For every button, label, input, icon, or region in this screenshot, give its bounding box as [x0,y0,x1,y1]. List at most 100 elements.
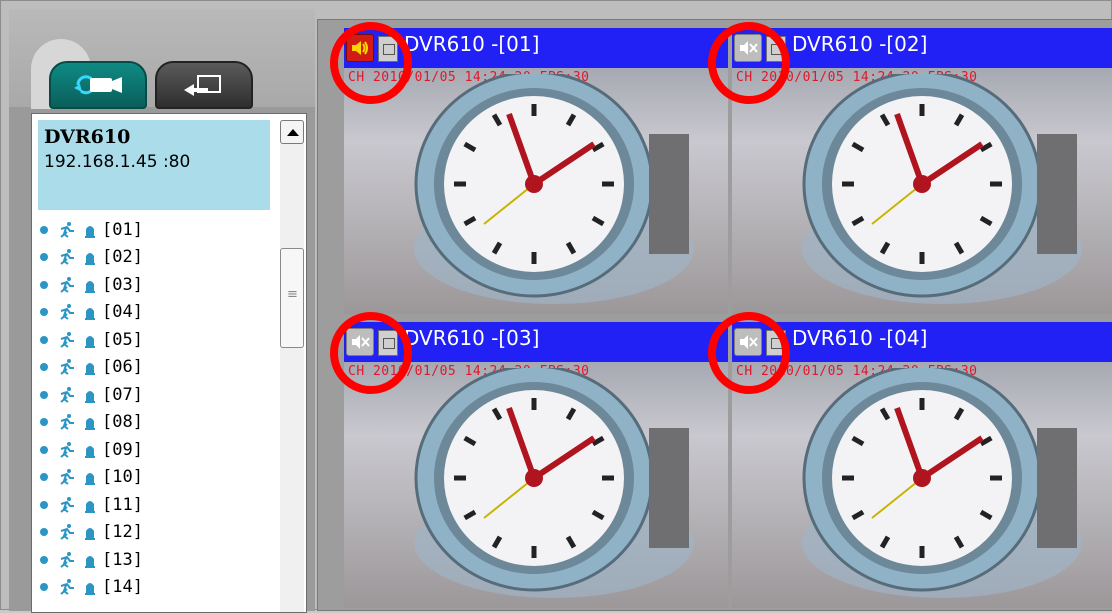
channel-item[interactable]: [03] [40,271,143,299]
motion-icon [60,524,74,541]
channel-label: [03] [102,274,143,295]
alarm-icon [85,473,95,486]
channel-item[interactable]: [05] [40,326,143,354]
channel-label: [08] [102,412,143,433]
channel-item[interactable]: [14] [40,574,143,602]
video-tile[interactable]: DVR610 -[03] CH 2010/01/05 14:24:20 FPS:3… [344,322,728,608]
motion-icon [60,441,74,458]
status-dot-icon [40,335,48,344]
motion-icon [60,414,74,431]
snapshot-icon[interactable] [378,36,398,62]
status-dot-icon [40,225,48,234]
device-tree: DVR610 192.168.1.45 :80 [01] [02] [03] [04]… [31,113,307,613]
audio-toggle-button[interactable] [346,34,374,62]
alarm-icon [85,225,95,238]
channel-label: [07] [102,384,143,405]
alarm-icon [85,528,95,541]
camera-refresh-icon [74,75,122,95]
motion-icon [60,359,74,376]
audio-toggle-button[interactable] [734,34,762,62]
audio-toggle-button[interactable] [346,328,374,356]
alarm-icon [85,363,95,376]
channel-item[interactable]: [04] [40,299,143,327]
device-entry[interactable]: DVR610 192.168.1.45 :80 [38,120,270,210]
motion-icon [60,276,74,293]
alarm-icon [85,253,95,266]
app-window: DVR610 192.168.1.45 :80 [01] [02] [03] [04]… [0,0,1112,613]
left-panel: DVR610 192.168.1.45 :80 [01] [02] [03] [04]… [9,9,315,613]
snapshot-icon[interactable] [766,36,786,62]
camera-clock-image [802,74,1082,304]
motion-icon [60,496,74,513]
tile-title-bar: DVR610 -[01] [344,28,728,68]
tile-title: DVR610 -[02] [792,32,928,56]
alarm-icon [85,390,95,403]
motion-icon [60,469,74,486]
camera-clock-image [802,368,1082,598]
channel-label: [04] [102,302,143,323]
channel-item[interactable]: [08] [40,409,143,437]
speaker-muted-icon [740,41,758,55]
tile-title-bar: DVR610 -[02] [732,28,1112,68]
audio-toggle-button[interactable] [734,328,762,356]
alarm-icon [85,280,95,293]
channel-item[interactable]: [09] [40,436,143,464]
tab-camera-list[interactable] [49,61,147,109]
video-feed[interactable]: CH 2010/01/05 14:24:20 FPS:30 [732,362,1112,608]
video-grid: DVR610 -[01] CH 2010/01/05 14:24:20 FPS:3… [317,19,1112,611]
channel-item[interactable]: [10] [40,464,143,492]
alarm-icon [85,555,95,568]
tile-title-bar: DVR610 -[03] [344,322,728,362]
channel-label: [11] [102,494,143,515]
channel-label: [01] [102,219,143,240]
status-dot-icon [40,418,48,427]
status-dot-icon [40,363,48,372]
alarm-icon [85,445,95,458]
channel-label: [13] [102,549,143,570]
snapshot-icon[interactable] [378,330,398,356]
status-dot-icon [40,280,48,289]
tile-title: DVR610 -[04] [792,326,928,350]
video-feed[interactable]: CH 2010/01/05 14:24:20 FPS:30 [344,362,728,608]
channel-item[interactable]: [07] [40,381,143,409]
channel-list: [01] [02] [03] [04] [05] [06] [07] [08] [09] [10]… [40,216,143,601]
alarm-icon [85,500,95,513]
status-dot-icon [40,473,48,482]
video-feed[interactable]: CH 2010/01/05 14:24:20 FPS:30 [732,68,1112,314]
motion-icon [60,551,74,568]
video-feed[interactable]: CH 2010/01/05 14:24:20 FPS:30 [344,68,728,314]
channel-label: [10] [102,467,143,488]
status-dot-icon [40,308,48,317]
camera-clock-image [414,74,694,304]
tile-title: DVR610 -[03] [404,326,540,350]
status-dot-icon [40,528,48,537]
channel-item[interactable]: [01] [40,216,143,244]
channel-label: [02] [102,247,143,268]
alarm-icon [85,583,95,596]
channel-item[interactable]: [06] [40,354,143,382]
alarm-icon [85,418,95,431]
tab-area [9,9,315,109]
motion-icon [60,579,74,596]
motion-icon [60,304,74,321]
video-tile[interactable]: DVR610 -[04] CH 2010/01/05 14:24:20 FPS:3… [732,322,1112,608]
tab-export[interactable] [155,61,253,109]
channel-item[interactable]: [02] [40,244,143,272]
scroll-thumb[interactable] [280,248,304,348]
alarm-icon [85,335,95,348]
motion-icon [60,386,74,403]
channel-item[interactable]: [12] [40,519,143,547]
motion-icon [60,249,74,266]
vertical-scrollbar[interactable] [280,120,304,612]
channel-label: [14] [102,577,143,598]
video-tile[interactable]: DVR610 -[02] CH 2010/01/05 14:24:20 FPS:3… [732,28,1112,314]
channel-item[interactable]: [11] [40,491,143,519]
video-tile[interactable]: DVR610 -[01] CH 2010/01/05 14:24:20 FPS:3… [344,28,728,314]
tile-title-bar: DVR610 -[04] [732,322,1112,362]
channel-item[interactable]: [13] [40,546,143,574]
scroll-up-button[interactable] [280,120,304,144]
tile-title: DVR610 -[01] [404,32,540,56]
speaker-muted-icon [352,335,370,349]
alarm-icon [85,308,95,321]
snapshot-icon[interactable] [766,330,786,356]
